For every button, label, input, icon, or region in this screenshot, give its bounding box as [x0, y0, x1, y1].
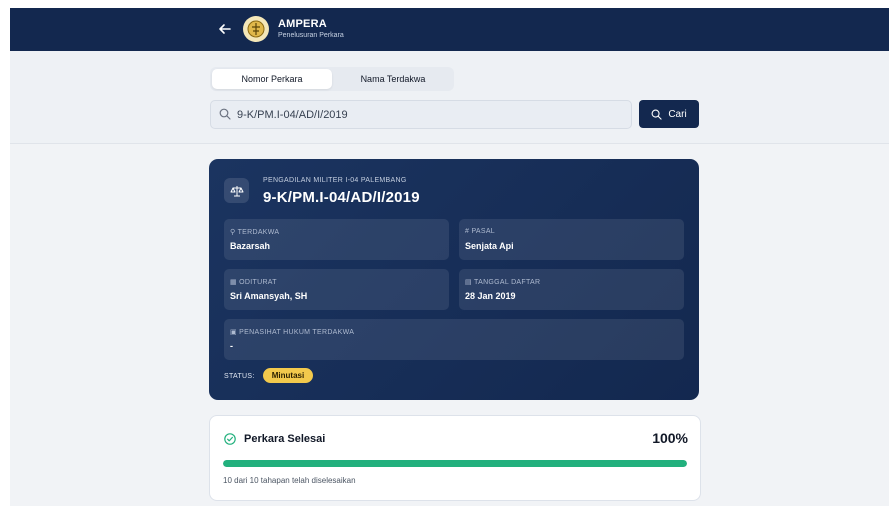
field-label: ODITURAT: [239, 279, 277, 286]
field-value: -: [230, 341, 233, 351]
emblem-logo-icon: [247, 20, 265, 38]
top-bar: AMPERA Penelusuran Perkara: [10, 8, 889, 51]
search-tabs: Nomor Perkara Nama Terdakwa: [210, 67, 454, 91]
search-icon: [219, 107, 231, 125]
tab-nomor-perkara[interactable]: Nomor Perkara: [212, 69, 332, 89]
search-button-label: Cari: [668, 108, 687, 120]
search-button[interactable]: Cari: [639, 100, 699, 128]
progress-bar: [223, 460, 687, 467]
tab-nama-terdakwa[interactable]: Nama Terdakwa: [334, 69, 452, 89]
field-label: TANGGAL DAFTAR: [474, 279, 541, 286]
app-name: AMPERA: [278, 18, 327, 30]
case-card: PENGADILAN MILITER I-04 PALEMBANG 9-K/PM…: [209, 159, 699, 400]
field-terdakwa: ⚲ TERDAKWA Bazarsah: [224, 219, 449, 260]
search-box: [210, 100, 632, 129]
field-penasihat-hukum: ▣ PENASIHAT HUKUM TERDAKWA -: [224, 319, 684, 360]
field-value: Senjata Api: [465, 241, 514, 251]
field-label: PASAL: [471, 228, 496, 235]
check-circle-icon: [224, 433, 236, 445]
progress-card: Perkara Selesai 100% 10 dari 10 tahapan …: [209, 415, 701, 501]
case-number: 9-K/PM.I-04/AD/I/2019: [263, 189, 420, 206]
status-label: STATUS:: [224, 373, 255, 380]
app-logo: [243, 16, 269, 42]
field-pasal: # PASAL Senjata Api: [459, 219, 684, 260]
search-icon: [651, 109, 662, 120]
app-subtitle: Penelusuran Perkara: [278, 32, 344, 39]
progress-bar-fill: [223, 460, 687, 467]
field-tanggal-daftar: ▤ TANGGAL DAFTAR 28 Jan 2019: [459, 269, 684, 310]
progress-note: 10 dari 10 tahapan telah diselesaikan: [223, 476, 356, 485]
page: AMPERA Penelusuran Perkara Nomor Perkara…: [10, 8, 889, 506]
hash-icon: #: [465, 228, 470, 235]
calendar-icon: ▤: [465, 279, 472, 286]
briefcase-icon: ▣: [230, 329, 237, 336]
status-badge: Minutasi: [263, 368, 313, 383]
person-icon: ⚲: [230, 229, 236, 236]
back-button[interactable]: [215, 19, 235, 39]
search-section: Nomor Perkara Nama Terdakwa Cari: [10, 51, 889, 144]
field-value: Bazarsah: [230, 241, 271, 251]
scale-icon: [224, 178, 249, 203]
progress-title: Perkara Selesai: [244, 433, 326, 445]
field-oditurat: ▦ ODITURAT Sri Amansyah, SH: [224, 269, 449, 310]
arrow-left-icon: [219, 24, 231, 34]
field-value: 28 Jan 2019: [465, 291, 516, 301]
field-value: Sri Amansyah, SH: [230, 291, 308, 301]
search-input[interactable]: [235, 105, 619, 125]
court-name: PENGADILAN MILITER I-04 PALEMBANG: [263, 177, 407, 184]
progress-percent: 100%: [652, 430, 688, 446]
field-label: PENASIHAT HUKUM TERDAKWA: [239, 329, 355, 336]
building-icon: ▦: [230, 279, 237, 286]
field-label: TERDAKWA: [237, 229, 280, 236]
